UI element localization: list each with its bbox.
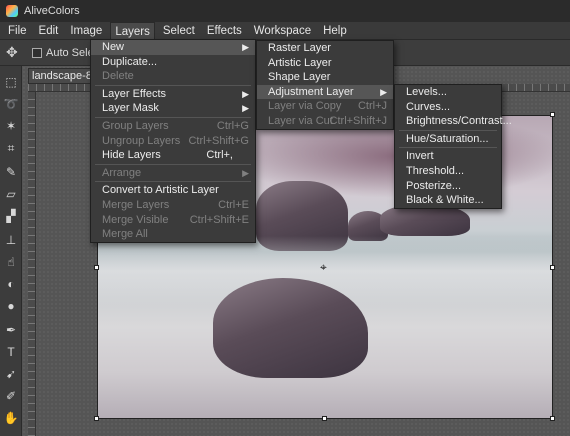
transform-handle[interactable] bbox=[322, 416, 327, 421]
dodge-tool-icon[interactable]: ● bbox=[3, 298, 19, 314]
menu-item-raster-layer[interactable]: Raster Layer bbox=[257, 41, 393, 56]
menu-item-layer-mask[interactable]: Layer Mask ▶ bbox=[91, 101, 255, 116]
eyedropper-icon[interactable]: ✐ bbox=[3, 388, 19, 404]
menu-item-black-white[interactable]: Black & White... bbox=[395, 193, 501, 208]
title-bar: AliveColors bbox=[0, 0, 570, 22]
new-submenu: Raster Layer Artistic Layer Shape Layer … bbox=[256, 40, 394, 130]
menu-separator bbox=[95, 84, 251, 86]
submenu-arrow-icon: ▶ bbox=[242, 103, 249, 114]
menu-item-delete: Delete bbox=[102, 70, 134, 83]
app-logo-icon bbox=[6, 5, 18, 17]
menu-workspace[interactable]: Workspace bbox=[250, 22, 315, 40]
submenu-arrow-icon: ▶ bbox=[380, 86, 387, 97]
submenu-arrow-icon: ▶ bbox=[242, 167, 249, 178]
menu-bar: File Edit Image Layers Select Effects Wo… bbox=[0, 21, 570, 40]
menu-item-merge-layers: Merge Layers Ctrl+E bbox=[102, 198, 249, 211]
menu-item-posterize[interactable]: Posterize... bbox=[395, 179, 501, 194]
shape-tool-icon[interactable]: ➹ bbox=[3, 366, 19, 382]
vertical-ruler bbox=[28, 92, 36, 436]
document-tab[interactable]: landscape-82 bbox=[28, 68, 92, 84]
menu-item-curves[interactable]: Curves... bbox=[395, 100, 501, 115]
adjustment-layer-submenu: Levels... Curves... Brightness/Contrast.… bbox=[394, 84, 512, 209]
menu-separator bbox=[399, 129, 497, 131]
blur-tool-icon[interactable]: ◐ bbox=[3, 276, 19, 292]
menu-item-artistic-layer[interactable]: Artistic Layer bbox=[257, 56, 393, 71]
transform-handle[interactable] bbox=[94, 265, 99, 270]
rock-shape bbox=[380, 204, 470, 236]
smudge-tool-icon[interactable]: ☝ bbox=[3, 254, 19, 270]
menu-item-adjustment-layer[interactable]: Adjustment Layer ▶ bbox=[257, 84, 393, 100]
transform-handle[interactable] bbox=[550, 265, 555, 270]
transform-handle[interactable] bbox=[550, 112, 555, 117]
menu-item-levels[interactable]: Levels... bbox=[395, 85, 501, 100]
menu-separator bbox=[95, 163, 251, 165]
transform-handle[interactable] bbox=[94, 416, 99, 421]
menu-separator bbox=[95, 116, 251, 118]
menu-item-ungroup-layers: Ungroup Layers Ctrl+Shift+G bbox=[102, 134, 249, 147]
fill-tool-icon[interactable]: ▞ bbox=[3, 208, 19, 224]
submenu-arrow-icon: ▶ bbox=[242, 88, 249, 99]
menu-item-merge-all: Merge All bbox=[102, 228, 148, 241]
menu-item-hue-saturation[interactable]: Hue/Saturation... bbox=[395, 132, 501, 147]
marquee-tool-icon[interactable]: ⬚ bbox=[3, 74, 19, 90]
menu-item-layer-effects[interactable]: Layer Effects ▶ bbox=[91, 87, 255, 102]
menu-item-convert-artistic[interactable]: Convert to Artistic Layer bbox=[91, 183, 255, 198]
menu-item-new[interactable]: New ▶ bbox=[91, 40, 255, 55]
menu-item-layer-via-copy: Layer via Copy Ctrl+J bbox=[268, 100, 387, 113]
menu-layers[interactable]: Layers bbox=[110, 21, 155, 40]
brush-tool-icon[interactable]: ✎ bbox=[3, 164, 19, 180]
menu-file[interactable]: File bbox=[4, 22, 31, 40]
menu-separator bbox=[95, 181, 251, 183]
menu-separator bbox=[399, 147, 497, 149]
menu-item-arrange: Arrange ▶ bbox=[102, 166, 249, 179]
text-tool-icon[interactable]: T bbox=[3, 344, 19, 360]
menu-item-brightness-contrast[interactable]: Brightness/Contrast... bbox=[395, 114, 512, 129]
transform-handle[interactable] bbox=[550, 416, 555, 421]
hand-tool-icon[interactable]: ✋ bbox=[3, 410, 19, 426]
menu-edit[interactable]: Edit bbox=[35, 22, 63, 40]
menu-item-threshold[interactable]: Threshold... bbox=[395, 164, 501, 179]
stamp-tool-icon[interactable]: ⊥ bbox=[3, 232, 19, 248]
lasso-tool-icon[interactable]: ➰ bbox=[3, 96, 19, 112]
menu-help[interactable]: Help bbox=[319, 22, 351, 40]
layers-menu: New ▶ Duplicate... Delete Layer Effects ▶ … bbox=[90, 39, 256, 243]
magic-wand-icon[interactable]: ✶ bbox=[3, 118, 19, 134]
menu-item-layer-via-cut: Layer via Cut Ctrl+Shift+J bbox=[268, 114, 387, 127]
toolbox: ⬚ ➰ ✶ ⌗ ✎ ▱ ▞ ⊥ ☝ ◐ ● ✒ T ➹ ✐ ✋ bbox=[0, 66, 22, 436]
menu-item-hide-layers[interactable]: Hide Layers Ctrl+, bbox=[91, 148, 255, 163]
menu-item-duplicate[interactable]: Duplicate... bbox=[91, 55, 255, 70]
move-options-icon: ✥ bbox=[6, 44, 18, 60]
crop-tool-icon[interactable]: ⌗ bbox=[3, 140, 19, 156]
menu-image[interactable]: Image bbox=[66, 22, 106, 40]
eraser-tool-icon[interactable]: ▱ bbox=[3, 186, 19, 202]
submenu-arrow-icon: ▶ bbox=[242, 42, 249, 52]
menu-item-invert[interactable]: Invert bbox=[395, 149, 501, 164]
menu-item-shape-layer[interactable]: Shape Layer bbox=[257, 70, 393, 85]
menu-item-merge-visible: Merge Visible Ctrl+Shift+E bbox=[102, 213, 249, 226]
pen-tool-icon[interactable]: ✒ bbox=[3, 322, 19, 338]
pivot-crosshair-icon[interactable]: ⌖ bbox=[320, 261, 330, 273]
app-title: AliveColors bbox=[24, 5, 80, 17]
menu-effects[interactable]: Effects bbox=[203, 22, 246, 40]
menu-item-group-layers: Group Layers Ctrl+G bbox=[102, 119, 249, 132]
auto-select-checkbox[interactable] bbox=[32, 48, 42, 58]
menu-select[interactable]: Select bbox=[159, 22, 199, 40]
